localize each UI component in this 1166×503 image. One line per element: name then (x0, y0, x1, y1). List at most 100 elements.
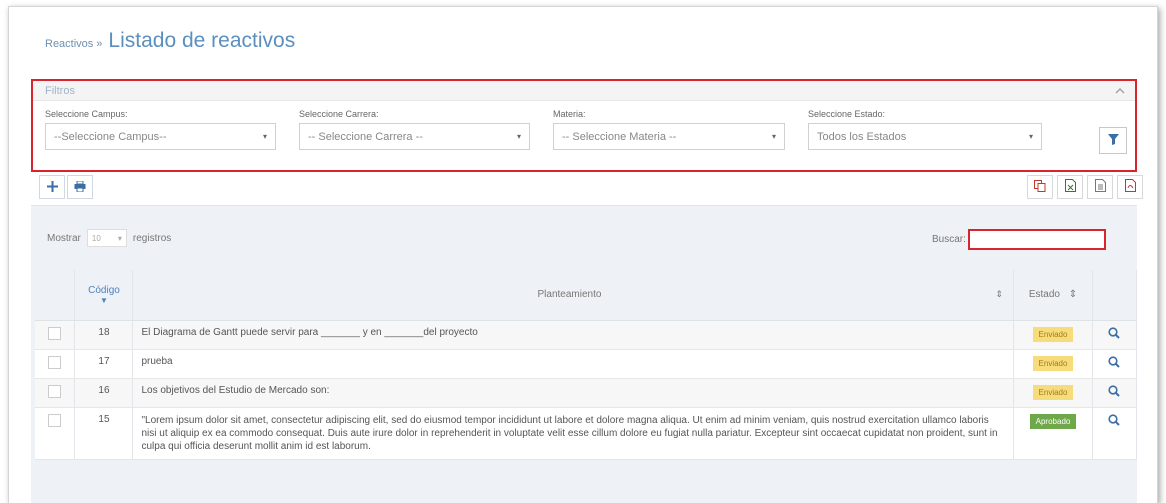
row-state-cell: Enviado (1013, 349, 1093, 379)
row-code: 17 (74, 349, 134, 379)
records-label: registros (132, 232, 172, 244)
campus-select-value: --Seleccione Campus-- (54, 130, 167, 143)
row-actions (1092, 349, 1138, 379)
materia-select-value: -- Seleccione Materia -- (562, 130, 677, 143)
search-control: Buscar: (932, 229, 1106, 250)
row-statement: prueba (132, 349, 1014, 379)
status-badge: Enviado (1032, 384, 1074, 400)
materia-filter: Materia: -- Seleccione Materia -- ▾ (553, 109, 785, 150)
table-container: Mostrar 10 ▾ registros Buscar: Código ▼ (31, 205, 1138, 503)
status-badge: Enviado (1032, 326, 1074, 342)
table-row[interactable]: 16 Los objetivos del Estudio de Mercado … (35, 378, 1138, 408)
caret-down-icon: ▾ (516, 132, 521, 141)
reactivos-table: Código ▼ Planteamiento ⇕ Estado ⇕ 18 El … (35, 270, 1138, 460)
zoom-icon[interactable] (1108, 413, 1121, 429)
zoom-icon[interactable] (1108, 326, 1121, 342)
row-checkbox-cell (35, 349, 76, 379)
breadcrumb-separator: » (96, 38, 103, 50)
table-header-row: Código ▼ Planteamiento ⇕ Estado ⇕ (35, 270, 1138, 321)
carrera-select[interactable]: -- Seleccione Carrera -- ▾ (299, 123, 530, 150)
row-statement: El Diagrama de Gantt puede servir para _… (132, 320, 1014, 350)
copy-button[interactable] (1027, 175, 1053, 199)
search-label: Buscar: (932, 234, 966, 245)
carrera-select-value: -- Seleccione Carrera -- (308, 130, 423, 143)
print-button[interactable] (67, 175, 93, 199)
row-actions (1092, 378, 1138, 408)
actions-header (1092, 270, 1138, 321)
row-checkbox-cell (35, 378, 76, 408)
materia-label: Materia: (553, 109, 586, 119)
carrera-filter: Seleccione Carrera: -- Seleccione Carrer… (299, 109, 530, 150)
column-code-label: Código (88, 284, 120, 296)
csv-button[interactable] (1087, 175, 1113, 199)
status-badge: Aprobado (1029, 413, 1077, 429)
page-size-select[interactable]: 10 ▾ (86, 229, 127, 247)
campus-select[interactable]: --Seleccione Campus-- ▾ (45, 123, 276, 150)
column-header-statement[interactable]: Planteamiento ⇕ (132, 270, 1014, 321)
table-row[interactable]: 15 "Lorem ipsum dolor sit amet, consecte… (35, 407, 1138, 460)
estado-filter: Seleccione Estado: Todos los Estados ▾ (808, 109, 1042, 150)
row-checkbox[interactable] (48, 413, 62, 427)
row-checkbox-cell (35, 320, 76, 350)
chevron-up-icon[interactable] (1113, 84, 1127, 98)
csv-icon (1094, 179, 1106, 195)
row-state-cell: Enviado (1013, 378, 1093, 408)
materia-select[interactable]: -- Seleccione Materia -- ▾ (553, 123, 785, 150)
pdf-button[interactable] (1117, 175, 1143, 199)
print-icon (74, 179, 86, 196)
pdf-icon (1124, 179, 1136, 195)
estado-label: Seleccione Estado: (808, 109, 886, 119)
row-checkbox[interactable] (48, 326, 62, 340)
caret-down-icon: ▾ (262, 132, 267, 141)
row-actions (1092, 407, 1138, 460)
filters-title: Filtros (45, 84, 75, 97)
estado-select-value: Todos los Estados (817, 130, 907, 143)
show-label: Mostrar (47, 232, 81, 244)
row-code: 16 (74, 378, 134, 408)
column-header-code[interactable]: Código ▼ (74, 270, 134, 321)
plus-icon (46, 179, 58, 196)
page-header: Reactivos » Listado de reactivos (45, 29, 295, 53)
row-statement: Los objetivos del Estudio de Mercado son… (132, 378, 1014, 408)
table-row[interactable]: 17 prueba Enviado (35, 349, 1138, 379)
row-actions (1092, 320, 1138, 350)
breadcrumb-reactivos[interactable]: Reactivos (45, 38, 93, 50)
campus-filter: Seleccione Campus: --Seleccione Campus--… (45, 109, 276, 150)
row-code: 18 (74, 320, 134, 350)
excel-button[interactable] (1057, 175, 1083, 199)
add-button[interactable] (39, 175, 65, 199)
row-checkbox[interactable] (48, 355, 62, 369)
sort-icon: ⇕ (995, 289, 1003, 300)
zoom-icon[interactable] (1108, 384, 1121, 400)
zoom-icon[interactable] (1108, 355, 1121, 371)
estado-select[interactable]: Todos los Estados ▾ (808, 123, 1042, 150)
row-checkbox[interactable] (48, 384, 62, 398)
carrera-label: Seleccione Carrera: (299, 109, 379, 119)
column-header-state[interactable]: Estado ⇕ (1013, 270, 1093, 321)
status-badge: Enviado (1032, 355, 1074, 371)
copy-icon (1034, 179, 1046, 195)
sort-desc-icon: ▼ (100, 295, 108, 305)
filter-icon (1107, 133, 1119, 148)
sort-icon: ⇕ (1068, 289, 1078, 301)
row-state-cell: Enviado (1013, 320, 1093, 350)
select-all-header (35, 270, 76, 321)
action-toolbar (39, 175, 95, 199)
apply-filter-button[interactable] (1099, 127, 1127, 154)
row-code: 15 (74, 407, 134, 460)
row-checkbox-cell (35, 407, 76, 460)
page-title: Listado de reactivos (108, 29, 296, 52)
table-row[interactable]: 18 El Diagrama de Gantt puede servir par… (35, 320, 1138, 350)
search-input[interactable] (967, 229, 1106, 250)
caret-down-icon: ▾ (117, 233, 122, 243)
page-frame: Reactivos » Listado de reactivos Filtros… (8, 6, 1158, 503)
caret-down-icon: ▾ (771, 132, 776, 141)
campus-label: Seleccione Campus: (45, 109, 128, 119)
excel-icon (1064, 179, 1076, 195)
page-size-value: 10 (91, 233, 101, 243)
filters-panel: Filtros Seleccione Campus: --Seleccione … (31, 79, 1137, 172)
page-length-control: Mostrar 10 ▾ registros (47, 229, 171, 247)
row-state-cell: Aprobado (1013, 407, 1093, 460)
row-statement: "Lorem ipsum dolor sit amet, consectetur… (132, 407, 1014, 460)
filters-header[interactable]: Filtros (33, 81, 1135, 101)
